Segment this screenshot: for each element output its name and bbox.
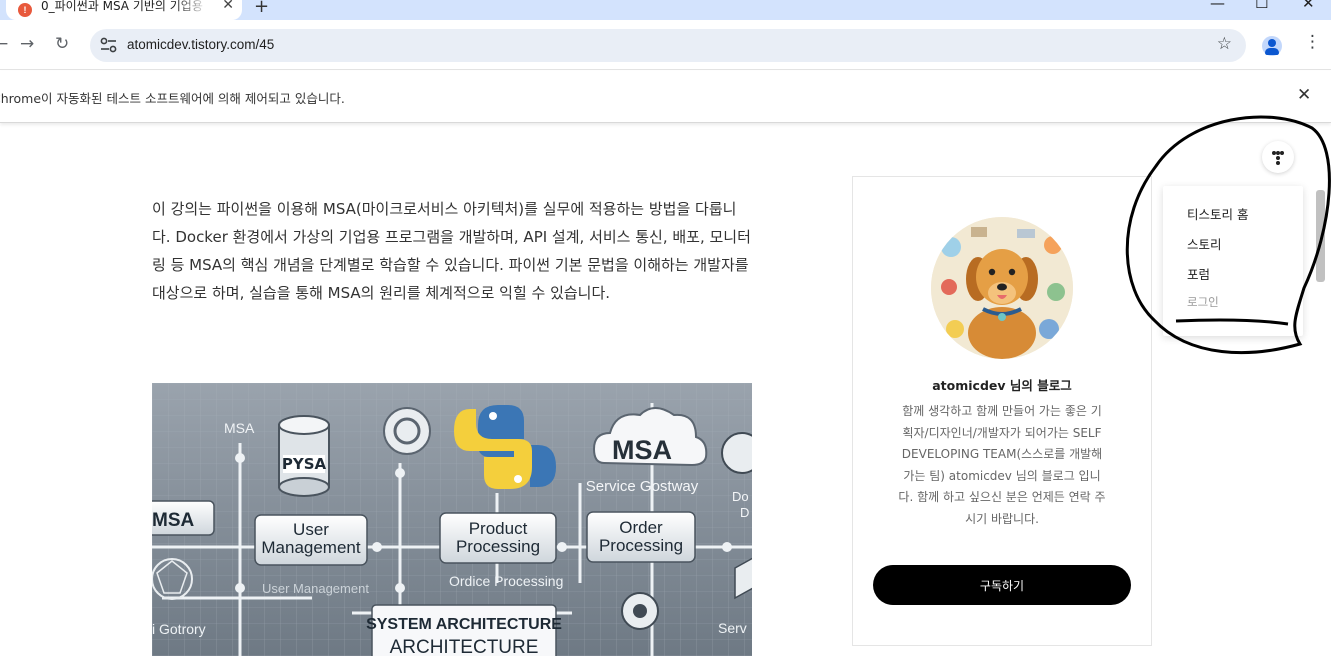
svg-text:Processing: Processing <box>456 537 540 556</box>
menu-item-login[interactable]: 로그인 <box>1163 294 1303 324</box>
svg-text:i Gotrory: i Gotrory <box>152 621 206 637</box>
tab-title: 0_파이썬과 MSA 기반의 기업용 <box>41 0 203 13</box>
svg-text:SYSTEM ARCHITECTURE: SYSTEM ARCHITECTURE <box>366 616 562 633</box>
menu-item-tistory-home[interactable]: 티스토리 홈 <box>1163 204 1303 234</box>
msa-small-label: MSA <box>224 420 255 436</box>
menu-item-forum[interactable]: 포럼 <box>1163 264 1303 294</box>
msa-cloud-label: MSA <box>612 435 672 465</box>
svg-text:Product: Product <box>469 519 528 538</box>
new-tab-button[interactable]: + <box>254 0 269 17</box>
svg-text:Serv: Serv <box>718 620 747 636</box>
tab-close-icon[interactable]: ✕ <box>222 0 234 13</box>
minimize-icon[interactable]: — <box>1210 0 1225 12</box>
url-text[interactable]: atomicdev.tistory.com/45 <box>127 37 274 52</box>
forward-icon[interactable]: → <box>20 34 34 54</box>
article-intro: 이 강의는 파이썬을 이용해 MSA(마이크로서비스 아키텍처)를 실무에 적용… <box>152 200 751 302</box>
automation-notice: Chrome이 자동화된 테스트 소프트웨어에 의해 제어되고 있습니다. <box>0 91 345 106</box>
window-close-icon[interactable]: ✕ <box>1302 0 1315 12</box>
svg-text:Ordice Processing: Ordice Processing <box>449 573 563 589</box>
browser-toolbar: ← → ↻ atomicdev.tistory.com/45 ☆ ⋮ <box>0 20 1331 70</box>
subscribe-button[interactable]: 구독하기 <box>873 565 1131 605</box>
automation-infobar: Chrome이 자동화된 테스트 소프트웨어에 의해 제어되고 있습니다. ✕ <box>0 71 1331 123</box>
svg-text:Management: Management <box>261 538 361 557</box>
maximize-icon[interactable]: ☐ <box>1255 0 1268 12</box>
svg-text:MSA: MSA <box>152 510 195 531</box>
browser-tab[interactable]: ! 0_파이썬과 MSA 기반의 기업용 ✕ <box>6 0 242 20</box>
bookmark-star-icon[interactable]: ☆ <box>1217 34 1232 54</box>
infobar-close-icon[interactable]: ✕ <box>1297 85 1311 105</box>
address-bar[interactable]: atomicdev.tistory.com/45 ☆ <box>90 29 1246 62</box>
blog-menu-dropdown: 티스토리 홈 스토리 포럼 로그인 <box>1163 186 1303 336</box>
back-icon[interactable]: ← <box>0 34 8 54</box>
blog-name: atomicdev 님의 블로그 <box>932 378 1072 393</box>
dots-menu-icon[interactable] <box>1262 141 1294 173</box>
tistory-favicon-icon: ! <box>18 3 32 17</box>
svg-text:User Management: User Management <box>262 581 369 596</box>
profile-icon[interactable] <box>1262 36 1282 56</box>
page-scrollbar-thumb[interactable] <box>1316 190 1325 282</box>
chrome-menu-icon[interactable]: ⋮ <box>1304 32 1321 52</box>
blog-profile-card: atomicdev 님의 블로그 함께 생각하고 함께 만들어 가는 좋은 기획… <box>852 176 1152 646</box>
menu-item-story[interactable]: 스토리 <box>1163 234 1303 264</box>
pysa-label: PYSA <box>282 455 327 473</box>
reload-icon[interactable]: ↻ <box>55 34 69 54</box>
svg-text:User: User <box>293 520 329 539</box>
hero-image: PYSA MSA Service Gostway Do D MSA MSA Us… <box>152 383 752 656</box>
svg-text:ARCHITECTURE: ARCHITECTURE <box>390 637 539 656</box>
svg-text:D: D <box>740 505 749 520</box>
blog-description: 함께 생각하고 함께 만들어 가는 좋은 기획자/디자인너/개발자가 되어가는 … <box>898 404 1106 526</box>
svg-text:Processing: Processing <box>599 536 683 555</box>
svg-text:Order: Order <box>619 518 663 537</box>
blog-avatar[interactable] <box>931 217 1073 359</box>
tab-strip: ! 0_파이썬과 MSA 기반의 기업용 ✕ + — ☐ ✕ <box>0 0 1331 20</box>
service-gateway-label: Service Gostway <box>586 478 699 495</box>
svg-text:Do: Do <box>732 489 749 504</box>
tune-icon[interactable] <box>100 37 117 53</box>
